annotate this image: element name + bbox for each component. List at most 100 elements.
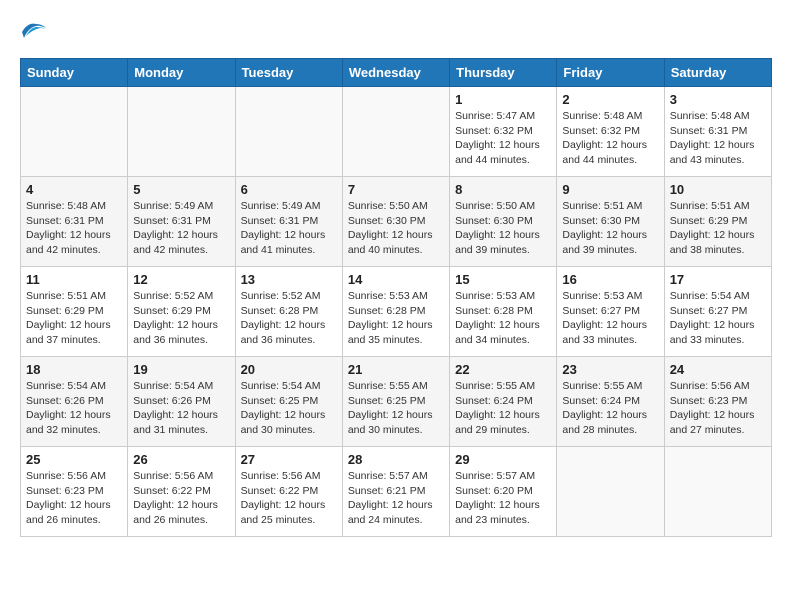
day-info: Sunrise: 5:52 AM Sunset: 6:29 PM Dayligh… bbox=[133, 289, 229, 348]
day-number: 28 bbox=[348, 452, 444, 467]
calendar-cell: 23Sunrise: 5:55 AM Sunset: 6:24 PM Dayli… bbox=[557, 357, 664, 447]
calendar-cell: 3 Sunrise: 5:48 AM Sunset: 6:31 PM Daylig… bbox=[664, 87, 771, 177]
day-info: Sunrise: 5:49 AM Sunset: 6:31 PM Dayligh… bbox=[133, 199, 229, 258]
calendar-cell bbox=[235, 87, 342, 177]
calendar-cell: 2 Sunrise: 5:48 AM Sunset: 6:32 PM Daylig… bbox=[557, 87, 664, 177]
day-info: Sunrise: 5:53 AM Sunset: 6:28 PM Dayligh… bbox=[455, 289, 551, 348]
calendar-cell: 28 Sunrise: 5:57 AM Sunset: 6:21 PM Dayli… bbox=[342, 447, 449, 537]
calendar-cell: 22 Sunrise: 5:55 AM Sunset: 6:24 PM Dayli… bbox=[450, 357, 557, 447]
calendar-cell: 12 Sunrise: 5:52 AM Sunset: 6:29 PM Dayli… bbox=[128, 267, 235, 357]
calendar-cell: 8 Sunrise: 5:50 AM Sunset: 6:30 PM Daylig… bbox=[450, 177, 557, 267]
calendar-cell: 13 Sunrise: 5:52 AM Sunset: 6:28 PM Dayli… bbox=[235, 267, 342, 357]
day-info: Sunrise: 5:54 AM Sunset: 6:27 PM Dayligh… bbox=[670, 289, 766, 348]
day-number: 14 bbox=[348, 272, 444, 287]
calendar-cell: 9Sunrise: 5:51 AM Sunset: 6:30 PM Daylig… bbox=[557, 177, 664, 267]
calendar-cell: 10 Sunrise: 5:51 AM Sunset: 6:29 PM Dayli… bbox=[664, 177, 771, 267]
logo-bird-icon bbox=[20, 20, 48, 42]
weekday-header-sunday: Sunday bbox=[21, 59, 128, 87]
day-info: Sunrise: 5:56 AM Sunset: 6:22 PM Dayligh… bbox=[133, 469, 229, 528]
day-info: Sunrise: 5:57 AM Sunset: 6:21 PM Dayligh… bbox=[348, 469, 444, 528]
day-info: Sunrise: 5:56 AM Sunset: 6:22 PM Dayligh… bbox=[241, 469, 337, 528]
day-info: Sunrise: 5:55 AM Sunset: 6:25 PM Dayligh… bbox=[348, 379, 444, 438]
calendar-cell: 25Sunrise: 5:56 AM Sunset: 6:23 PM Dayli… bbox=[21, 447, 128, 537]
calendar-week-row: 18 Sunrise: 5:54 AM Sunset: 6:26 PM Dayli… bbox=[21, 357, 772, 447]
day-info: Sunrise: 5:50 AM Sunset: 6:30 PM Dayligh… bbox=[348, 199, 444, 258]
calendar-cell: 29 Sunrise: 5:57 AM Sunset: 6:20 PM Dayli… bbox=[450, 447, 557, 537]
calendar-header: SundayMondayTuesdayWednesdayThursdayFrid… bbox=[21, 59, 772, 87]
calendar-cell bbox=[664, 447, 771, 537]
day-number: 15 bbox=[455, 272, 551, 287]
calendar-cell: 15 Sunrise: 5:53 AM Sunset: 6:28 PM Dayli… bbox=[450, 267, 557, 357]
day-info: Sunrise: 5:48 AM Sunset: 6:32 PM Dayligh… bbox=[562, 109, 658, 168]
day-info: Sunrise: 5:57 AM Sunset: 6:20 PM Dayligh… bbox=[455, 469, 551, 528]
day-info: Sunrise: 5:56 AM Sunset: 6:23 PM Dayligh… bbox=[26, 469, 122, 528]
day-number: 11 bbox=[26, 272, 122, 287]
calendar-cell: 26 Sunrise: 5:56 AM Sunset: 6:22 PM Dayli… bbox=[128, 447, 235, 537]
day-number: 12 bbox=[133, 272, 229, 287]
day-number: 24 bbox=[670, 362, 766, 377]
day-number: 7 bbox=[348, 182, 444, 197]
weekday-header-row: SundayMondayTuesdayWednesdayThursdayFrid… bbox=[21, 59, 772, 87]
day-number: 23 bbox=[562, 362, 658, 377]
day-number: 20 bbox=[241, 362, 337, 377]
day-info: Sunrise: 5:49 AM Sunset: 6:31 PM Dayligh… bbox=[241, 199, 337, 258]
calendar-cell: 24 Sunrise: 5:56 AM Sunset: 6:23 PM Dayli… bbox=[664, 357, 771, 447]
calendar-cell: 1 Sunrise: 5:47 AM Sunset: 6:32 PM Daylig… bbox=[450, 87, 557, 177]
day-number: 1 bbox=[455, 92, 551, 107]
day-number: 6 bbox=[241, 182, 337, 197]
calendar-cell: 21 Sunrise: 5:55 AM Sunset: 6:25 PM Dayli… bbox=[342, 357, 449, 447]
weekday-header-tuesday: Tuesday bbox=[235, 59, 342, 87]
calendar-cell: 11 Sunrise: 5:51 AM Sunset: 6:29 PM Dayli… bbox=[21, 267, 128, 357]
day-info: Sunrise: 5:55 AM Sunset: 6:24 PM Dayligh… bbox=[455, 379, 551, 438]
weekday-header-friday: Friday bbox=[557, 59, 664, 87]
day-info: Sunrise: 5:47 AM Sunset: 6:32 PM Dayligh… bbox=[455, 109, 551, 168]
weekday-header-thursday: Thursday bbox=[450, 59, 557, 87]
day-info: Sunrise: 5:54 AM Sunset: 6:26 PM Dayligh… bbox=[133, 379, 229, 438]
day-number: 17 bbox=[670, 272, 766, 287]
calendar-cell bbox=[21, 87, 128, 177]
day-number: 26 bbox=[133, 452, 229, 467]
day-info: Sunrise: 5:54 AM Sunset: 6:26 PM Dayligh… bbox=[26, 379, 122, 438]
weekday-header-wednesday: Wednesday bbox=[342, 59, 449, 87]
day-info: Sunrise: 5:56 AM Sunset: 6:23 PM Dayligh… bbox=[670, 379, 766, 438]
calendar-cell: 5 Sunrise: 5:49 AM Sunset: 6:31 PM Daylig… bbox=[128, 177, 235, 267]
calendar-week-row: 1 Sunrise: 5:47 AM Sunset: 6:32 PM Daylig… bbox=[21, 87, 772, 177]
calendar-table: SundayMondayTuesdayWednesdayThursdayFrid… bbox=[20, 58, 772, 537]
day-info: Sunrise: 5:48 AM Sunset: 6:31 PM Dayligh… bbox=[670, 109, 766, 168]
header bbox=[20, 20, 772, 42]
day-number: 16 bbox=[562, 272, 658, 287]
day-number: 19 bbox=[133, 362, 229, 377]
calendar-cell bbox=[342, 87, 449, 177]
day-number: 29 bbox=[455, 452, 551, 467]
day-number: 2 bbox=[562, 92, 658, 107]
calendar-week-row: 25Sunrise: 5:56 AM Sunset: 6:23 PM Dayli… bbox=[21, 447, 772, 537]
day-info: Sunrise: 5:51 AM Sunset: 6:29 PM Dayligh… bbox=[26, 289, 122, 348]
day-number: 3 bbox=[670, 92, 766, 107]
calendar-cell: 18 Sunrise: 5:54 AM Sunset: 6:26 PM Dayli… bbox=[21, 357, 128, 447]
calendar-cell: 17 Sunrise: 5:54 AM Sunset: 6:27 PM Dayli… bbox=[664, 267, 771, 357]
day-number: 22 bbox=[455, 362, 551, 377]
day-number: 8 bbox=[455, 182, 551, 197]
logo bbox=[20, 20, 52, 42]
calendar-cell: 19 Sunrise: 5:54 AM Sunset: 6:26 PM Dayli… bbox=[128, 357, 235, 447]
day-info: Sunrise: 5:53 AM Sunset: 6:27 PM Dayligh… bbox=[562, 289, 658, 348]
calendar-cell: 7 Sunrise: 5:50 AM Sunset: 6:30 PM Daylig… bbox=[342, 177, 449, 267]
day-info: Sunrise: 5:48 AM Sunset: 6:31 PM Dayligh… bbox=[26, 199, 122, 258]
calendar-cell: 27Sunrise: 5:56 AM Sunset: 6:22 PM Dayli… bbox=[235, 447, 342, 537]
day-number: 10 bbox=[670, 182, 766, 197]
day-number: 13 bbox=[241, 272, 337, 287]
day-number: 4 bbox=[26, 182, 122, 197]
day-info: Sunrise: 5:52 AM Sunset: 6:28 PM Dayligh… bbox=[241, 289, 337, 348]
calendar-body: 1 Sunrise: 5:47 AM Sunset: 6:32 PM Daylig… bbox=[21, 87, 772, 537]
day-number: 18 bbox=[26, 362, 122, 377]
day-info: Sunrise: 5:51 AM Sunset: 6:30 PM Dayligh… bbox=[562, 199, 658, 258]
calendar-week-row: 11 Sunrise: 5:51 AM Sunset: 6:29 PM Dayli… bbox=[21, 267, 772, 357]
weekday-header-saturday: Saturday bbox=[664, 59, 771, 87]
day-number: 5 bbox=[133, 182, 229, 197]
day-info: Sunrise: 5:54 AM Sunset: 6:25 PM Dayligh… bbox=[241, 379, 337, 438]
day-info: Sunrise: 5:51 AM Sunset: 6:29 PM Dayligh… bbox=[670, 199, 766, 258]
day-number: 21 bbox=[348, 362, 444, 377]
day-info: Sunrise: 5:50 AM Sunset: 6:30 PM Dayligh… bbox=[455, 199, 551, 258]
calendar-week-row: 4 Sunrise: 5:48 AM Sunset: 6:31 PM Daylig… bbox=[21, 177, 772, 267]
calendar-cell: 14Sunrise: 5:53 AM Sunset: 6:28 PM Dayli… bbox=[342, 267, 449, 357]
